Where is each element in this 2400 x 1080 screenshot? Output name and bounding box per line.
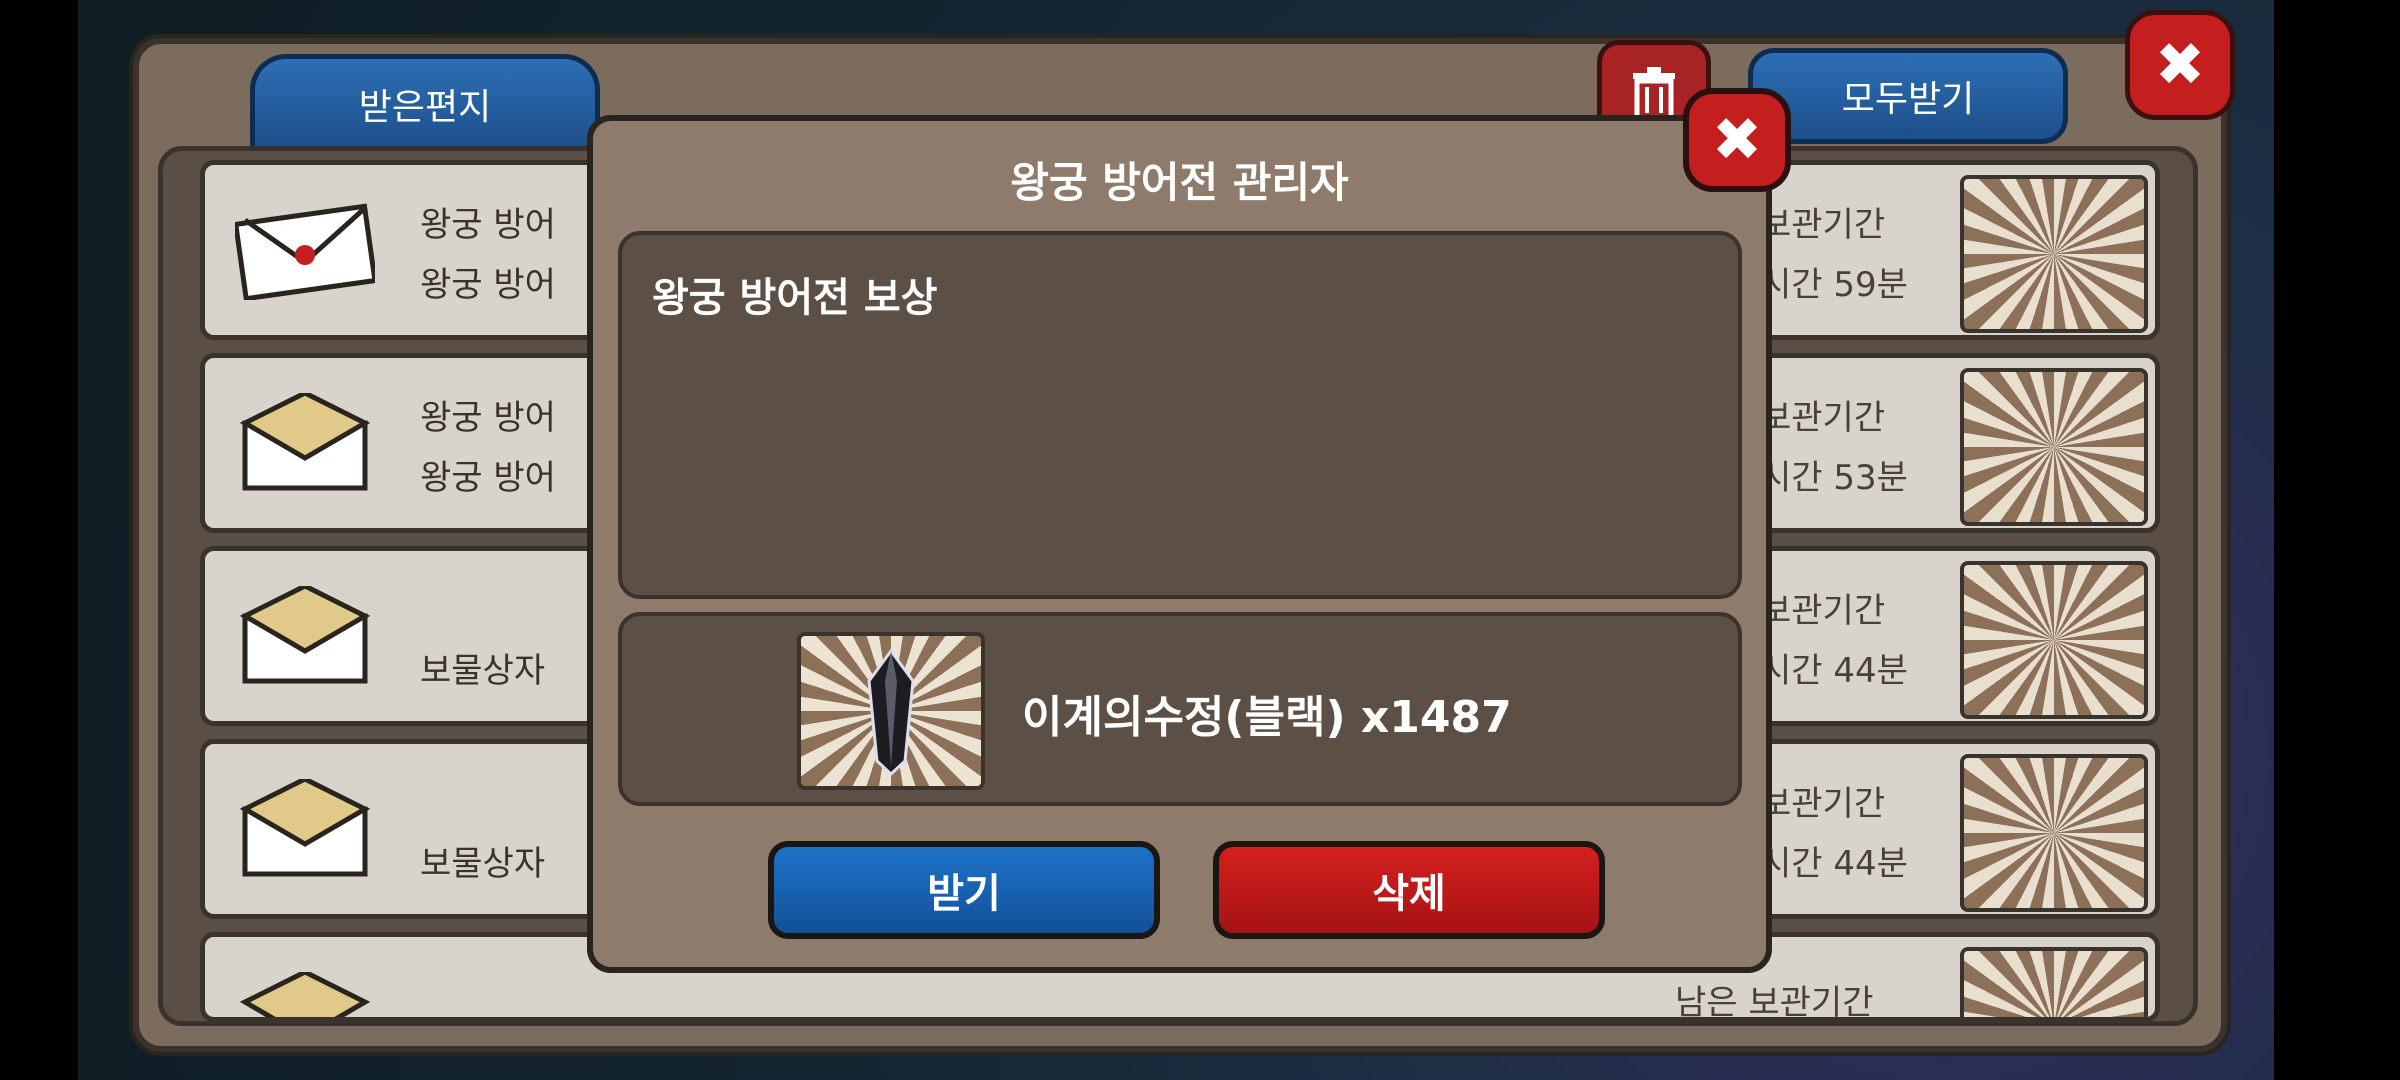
mail-subject: 보물상자: [420, 651, 546, 691]
mail-expiry-label: 남은 보관기간: [1675, 983, 1874, 1022]
claim-button[interactable]: 받기: [768, 841, 1160, 939]
mail-subject: 왕궁 방어: [420, 265, 556, 305]
dark-eye-icon: [1960, 561, 2148, 719]
mail-expiry-label: 보관기간: [1760, 784, 1886, 824]
close-dialog-button[interactable]: ✖: [1683, 88, 1791, 192]
claim-all-button[interactable]: 모두받기: [1748, 48, 2068, 144]
envelope-icon: [235, 203, 375, 300]
mail-sender: 왕궁 방어: [420, 398, 556, 438]
delete-button[interactable]: 삭제: [1213, 841, 1605, 939]
green-stone-icon: [1960, 754, 2148, 912]
reward-text: 이계의수정(블랙) x1487: [1022, 692, 1512, 743]
envelope-icon: [239, 393, 371, 491]
mail-subject: 왕궁 방어: [420, 458, 556, 498]
message-box: 왕궁 방어전 보상: [618, 231, 1742, 599]
black-crystal-icon: [797, 632, 985, 790]
envelope-icon: [239, 779, 371, 877]
close-mailbox-button[interactable]: ✖: [2125, 10, 2235, 120]
dialog-title: 왕궁 방어전 관리자: [1010, 158, 1349, 207]
black-crystal-icon: [1960, 368, 2148, 526]
mail-expiry-time: 시간 44분: [1760, 651, 1908, 691]
black-crystal-icon: [1960, 175, 2148, 333]
mail-expiry-label: 보관기간: [1760, 205, 1886, 245]
mail-expiry-label: 보관기간: [1760, 591, 1886, 631]
mail-expiry-time: 시간 44분: [1760, 844, 1908, 884]
right-letterbox: [2274, 0, 2400, 1080]
mail-expiry-label: 보관기간: [1760, 398, 1886, 438]
reward-box: 이계의수정(블랙) x1487: [618, 612, 1742, 806]
mail-expiry-time: 시간 59분: [1760, 265, 1908, 305]
envelope-icon: [239, 586, 371, 684]
close-icon: ✖: [2154, 30, 2206, 100]
red-item-icon: [1960, 947, 2148, 1017]
close-icon: ✖: [1711, 105, 1763, 175]
envelope-icon: [239, 972, 371, 1017]
mail-sender: 왕궁 방어: [420, 205, 556, 245]
tab-received-mail[interactable]: 받은편지: [250, 54, 600, 149]
left-letterbox: [0, 0, 78, 1080]
mail-expiry-time: 시간 53분: [1760, 458, 1908, 498]
message-text: 왕궁 방어전 보상: [652, 275, 938, 321]
mail-subject: 보물상자: [420, 844, 546, 884]
trash-icon: [1633, 67, 1675, 122]
mail-detail-dialog: 왕궁 방어전 관리자 왕궁 방어전 보상 이계의수정(블랙) x1487 받기 …: [587, 115, 1772, 973]
